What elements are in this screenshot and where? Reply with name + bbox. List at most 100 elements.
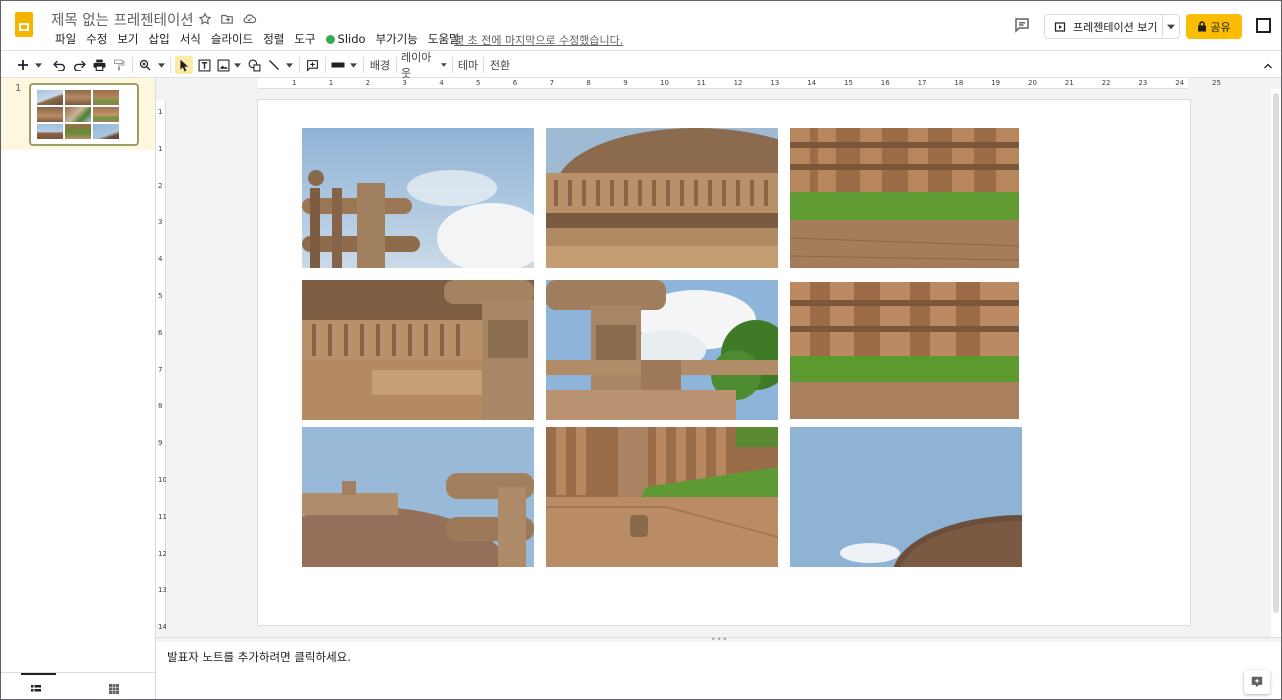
filmstrip-item-selected[interactable]: 1 (1, 78, 155, 150)
speaker-notes-panel[interactable]: 발표자 노트를 추가하려면 클릭하세요. (156, 642, 1281, 699)
slide-photo-stupa-dome-railing[interactable] (546, 128, 778, 268)
vertical-ruler-scale: 1 1 2 3 4 5 6 7 8 9 10 11 12 13 14 (156, 100, 167, 631)
view-selected-indicator (21, 673, 56, 675)
toolbar-separator (170, 57, 171, 73)
menu-tools[interactable]: 도구 (289, 31, 320, 47)
ruler-tick-label: 21 (1064, 79, 1074, 87)
transition-button[interactable]: 전환 (488, 56, 512, 74)
menu-slide[interactable]: 슬라이드 (206, 31, 258, 47)
toolbar-separator (483, 57, 484, 73)
document-title[interactable]: 제목 없는 프레젠테이션 (51, 9, 194, 30)
line-icon (268, 60, 279, 70)
filmstrip-view-bar (1, 672, 155, 699)
present-dropdown-chevron-down-icon[interactable] (1163, 24, 1179, 30)
menu-file[interactable]: 파일 (50, 31, 81, 47)
ruler-tick-label: 1 (158, 108, 163, 116)
layout-button[interactable]: 레이아웃 (401, 51, 447, 80)
text-box-icon[interactable] (196, 56, 212, 74)
new-slide-button[interactable] (15, 56, 45, 74)
paint-format-icon[interactable] (111, 56, 127, 74)
ruler-tick-label: 24 (1175, 79, 1185, 87)
zoom-icon (139, 59, 151, 71)
menu-addons[interactable]: 부가기능 (371, 31, 423, 47)
slide-photo-stone-railing-lawn[interactable] (790, 128, 1019, 268)
filmstrip-view-list-icon[interactable] (30, 680, 44, 694)
slides-logo-icon[interactable] (15, 12, 33, 37)
ruler-tick-label: 7 (158, 365, 163, 374)
slide-photo-stone-posts-lawn[interactable] (790, 282, 1019, 419)
ruler-tick-label: 17 (917, 79, 927, 87)
slide-editor[interactable] (258, 100, 1190, 625)
present-label: 프레젠테이션 보기 (1073, 20, 1158, 34)
cloud-saved-icon[interactable] (241, 11, 257, 27)
move-folder-icon[interactable] (219, 11, 235, 27)
slide-thumbnail[interactable] (29, 83, 139, 146)
last-edit-link[interactable]: 몇 초 전에 마지막으로 수정했습니다. (454, 32, 623, 48)
thumbnail-photo (37, 107, 63, 122)
ruler-tick-label: 9 (158, 439, 163, 448)
shape-icon[interactable] (246, 56, 262, 74)
thumbnail-photo-grid (37, 90, 119, 141)
ruler-tick-label: 3 (402, 79, 407, 87)
menu-edit[interactable]: 수정 (81, 31, 112, 47)
scrollbar-thumb[interactable] (1273, 93, 1279, 613)
insert-image-button[interactable] (216, 56, 242, 74)
menu-slido[interactable]: Slido (321, 31, 371, 47)
canvas-scrollbar[interactable] (1271, 89, 1281, 637)
horizontal-ruler[interactable]: 1 1 2 3 4 5 6 7 8 9 10 11 12 13 14 15 16 17 18 19 20 21 22 23 24… (156, 78, 1281, 89)
menu-insert[interactable]: 삽입 (144, 31, 175, 47)
ruler-tick-label: 14 (807, 79, 817, 87)
menu-format[interactable]: 서식 (175, 31, 206, 47)
explore-button[interactable] (1244, 670, 1270, 694)
image-icon (217, 59, 230, 71)
filmstrip-panel: 1 (1, 78, 156, 699)
ruler-tick-label: 2 (365, 79, 371, 87)
present-icon (1054, 21, 1066, 32)
slide-photo-gateway-pillar-tree[interactable] (546, 280, 778, 420)
slide-photo-dome-edge-sky[interactable] (790, 427, 1022, 567)
present-main-button[interactable]: 프레젠테이션 보기 (1045, 15, 1163, 38)
ruler-tick-label: 12 (733, 79, 743, 87)
line-tool-button[interactable] (266, 56, 294, 74)
fill-color-icon (331, 62, 345, 68)
ruler-tick-label: 8 (158, 402, 163, 411)
add-comment-icon[interactable] (304, 56, 320, 74)
ruler-tick-label: 25 (1212, 79, 1221, 87)
slide-photo-stupa-top-gateway[interactable] (302, 427, 534, 567)
speaker-notes-placeholder[interactable]: 발표자 노트를 추가하려면 클릭하세요. (167, 649, 351, 665)
ruler-tick-label: 5 (158, 292, 163, 300)
slido-icon (325, 35, 335, 44)
select-cursor-icon[interactable] (175, 56, 193, 74)
background-button[interactable]: 배경 (368, 56, 392, 74)
slide-photo-stupa-railing-pillar[interactable] (302, 280, 534, 420)
chevron-down-icon (234, 62, 241, 68)
zoom-button[interactable] (138, 56, 166, 74)
star-icon[interactable] (197, 11, 213, 27)
redo-icon[interactable] (71, 56, 87, 74)
account-square-icon[interactable] (1256, 18, 1271, 33)
theme-button[interactable]: 테마 (457, 56, 479, 74)
menu-view[interactable]: 보기 (112, 31, 143, 47)
share-button[interactable]: 공유 (1186, 14, 1242, 39)
ruler-tick-label: 6 (158, 328, 163, 337)
print-icon[interactable] (91, 56, 107, 74)
layout-label: 레이아웃 (401, 51, 432, 80)
slide-photo-carved-pillar-path[interactable] (546, 427, 778, 567)
ruler-tick-label: 23 (1138, 79, 1148, 87)
comment-history-icon[interactable] (1013, 16, 1033, 36)
collapse-toolbar-chevron-up-icon[interactable] (1262, 57, 1276, 71)
vertical-ruler[interactable]: 1 1 2 3 4 5 6 7 8 9 10 11 12 13 14 (156, 89, 167, 637)
thumbnail-photo (93, 107, 119, 122)
toolbar-separator (299, 57, 300, 73)
thumbnail-photo (93, 90, 119, 105)
menu-arrange[interactable]: 정렬 (258, 31, 289, 47)
thumbnail-photo (93, 124, 119, 139)
undo-icon[interactable] (51, 56, 67, 74)
ruler-tick-label: 19 (991, 79, 1001, 87)
slide-photo-stupa-gateway-sky[interactable] (302, 128, 534, 268)
thumbnail-photo (37, 90, 63, 105)
ruler-tick-label: 4 (439, 79, 444, 87)
grid-view-icon[interactable] (108, 680, 122, 694)
ruler-tick-label: 1 (328, 79, 334, 87)
background-color-button[interactable] (330, 56, 358, 74)
